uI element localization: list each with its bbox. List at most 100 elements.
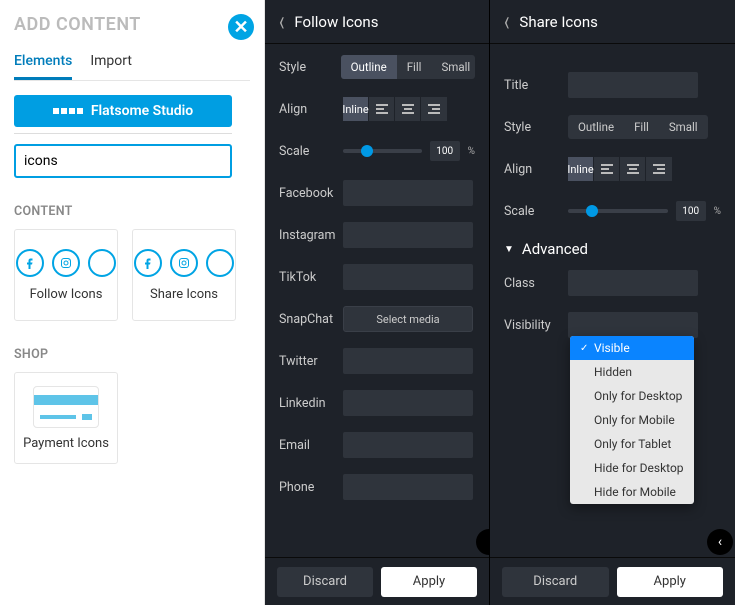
advanced-toggle[interactable]: ▼ Advanced	[504, 240, 721, 258]
instagram-input[interactable]	[343, 222, 473, 248]
apply-button[interactable]: Apply	[617, 567, 724, 597]
phone-input[interactable]	[343, 474, 473, 500]
label-class: Class	[504, 276, 568, 291]
instagram-icon	[170, 249, 198, 277]
follow-icons-panel: ‹ Follow Icons Style Outline Fill Small …	[265, 0, 490, 605]
style-button-group: Outline Fill Small	[341, 55, 475, 79]
placeholder-icon	[206, 249, 234, 277]
grid-icon	[53, 108, 83, 114]
visibility-option[interactable]: ✓Hide for Mobile	[570, 480, 694, 504]
label-facebook: Facebook	[279, 186, 343, 201]
check-icon: ✓	[580, 343, 590, 354]
credit-card-icon	[33, 386, 99, 428]
style-small[interactable]: Small	[659, 115, 708, 139]
visibility-dropdown: ✓Visible ✓Hidden ✓Only for Desktop ✓Only…	[570, 336, 694, 504]
back-icon[interactable]: ‹	[504, 5, 509, 39]
card-label: Payment Icons	[23, 436, 109, 451]
tab-elements[interactable]: Elements	[14, 53, 72, 80]
advanced-label: Advanced	[522, 240, 588, 258]
select-media-button[interactable]: Select media	[343, 306, 473, 332]
section-shop-title: SHOP	[14, 347, 250, 362]
align-inline[interactable]: Inline	[568, 157, 594, 181]
scale-slider[interactable]	[568, 209, 668, 213]
align-button-group: Inline	[343, 97, 447, 121]
label-twitter: Twitter	[279, 354, 343, 369]
label-align: Align	[504, 162, 568, 177]
card-label: Share Icons	[150, 287, 218, 302]
align-right-icon[interactable]	[646, 157, 672, 181]
label-visibility: Visibility	[504, 318, 568, 333]
search-input[interactable]	[14, 144, 232, 178]
visibility-option[interactable]: ✓Hidden	[570, 360, 694, 384]
discard-button[interactable]: Discard	[277, 567, 373, 597]
add-content-panel: ✕ ADD CONTENT Elements Import Flatsome S…	[0, 0, 265, 605]
visibility-option[interactable]: ✓Only for Desktop	[570, 384, 694, 408]
label-title: Title	[504, 78, 568, 93]
label-scale: Scale	[504, 204, 568, 219]
placeholder-icon	[88, 249, 116, 277]
scale-value[interactable]: 100	[430, 141, 460, 161]
back-icon[interactable]: ‹	[279, 5, 284, 39]
align-button-group: Inline	[568, 157, 672, 181]
visibility-option[interactable]: ✓Only for Tablet	[570, 432, 694, 456]
label-style: Style	[279, 60, 341, 75]
tabs: Elements Import	[14, 53, 250, 81]
facebook-icon	[16, 249, 44, 277]
tab-import[interactable]: Import	[90, 53, 132, 80]
style-button-group: Outline Fill Small	[568, 115, 708, 139]
visibility-select[interactable]	[568, 312, 698, 338]
visibility-option[interactable]: ✓Only for Mobile	[570, 408, 694, 432]
style-fill[interactable]: Fill	[397, 55, 432, 79]
panel-title: Follow Icons	[294, 13, 378, 31]
element-follow-icons[interactable]: Follow Icons	[14, 229, 118, 321]
element-payment-icons[interactable]: Payment Icons	[14, 372, 118, 464]
label-phone: Phone	[279, 480, 343, 495]
scale-unit: %	[714, 206, 721, 217]
instagram-icon	[52, 249, 80, 277]
style-outline[interactable]: Outline	[341, 55, 397, 79]
section-content-title: CONTENT	[14, 204, 250, 219]
close-icon[interactable]: ✕	[228, 14, 254, 40]
twitter-input[interactable]	[343, 348, 473, 374]
class-input[interactable]	[568, 270, 698, 296]
label-snapchat: SnapChat	[279, 312, 343, 327]
caret-down-icon: ▼	[504, 244, 514, 255]
facebook-input[interactable]	[343, 180, 473, 206]
chevron-left-icon[interactable]: ‹	[707, 529, 733, 555]
align-center-icon[interactable]	[395, 97, 421, 121]
email-input[interactable]	[343, 432, 473, 458]
label-align: Align	[279, 102, 343, 117]
studio-label: Flatsome Studio	[91, 103, 193, 119]
label-instagram: Instagram	[279, 228, 343, 243]
flatsome-studio-button[interactable]: Flatsome Studio	[14, 95, 232, 127]
panel-title: ADD CONTENT	[14, 14, 250, 35]
align-right-icon[interactable]	[421, 97, 447, 121]
facebook-icon	[134, 249, 162, 277]
label-linkedin: Linkedin	[279, 396, 343, 411]
label-scale: Scale	[279, 144, 343, 159]
align-inline[interactable]: Inline	[343, 97, 369, 121]
panel-title: Share Icons	[519, 13, 597, 31]
align-left-icon[interactable]	[594, 157, 620, 181]
title-input[interactable]	[568, 72, 698, 98]
element-share-icons[interactable]: Share Icons	[132, 229, 236, 321]
style-outline[interactable]: Outline	[568, 115, 624, 139]
apply-button[interactable]: Apply	[381, 567, 477, 597]
align-left-icon[interactable]	[369, 97, 395, 121]
scale-value[interactable]: 100	[676, 201, 706, 221]
divider	[14, 133, 232, 134]
align-center-icon[interactable]	[620, 157, 646, 181]
card-label: Follow Icons	[30, 287, 103, 302]
label-tiktok: TikTok	[279, 270, 343, 285]
label-email: Email	[279, 438, 343, 453]
label-style: Style	[504, 120, 568, 135]
linkedin-input[interactable]	[343, 390, 473, 416]
visibility-option[interactable]: ✓Hide for Desktop	[570, 456, 694, 480]
style-fill[interactable]: Fill	[624, 115, 659, 139]
visibility-option[interactable]: ✓Visible	[570, 336, 694, 360]
scale-slider[interactable]	[343, 149, 422, 153]
style-small[interactable]: Small	[431, 55, 475, 79]
discard-button[interactable]: Discard	[502, 567, 609, 597]
tiktok-input[interactable]	[343, 264, 473, 290]
scale-unit: %	[468, 146, 475, 157]
